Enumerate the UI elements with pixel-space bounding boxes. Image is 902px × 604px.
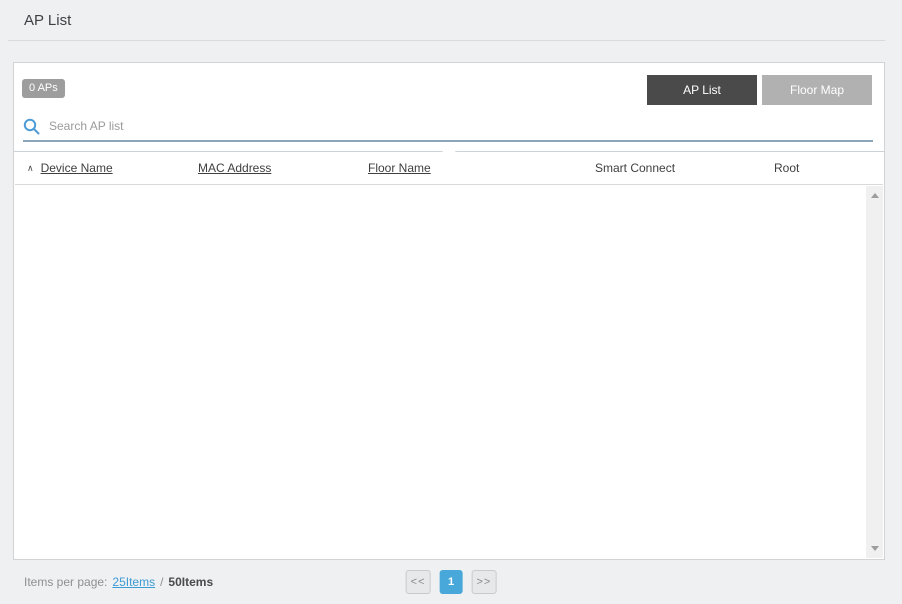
column-header-root: Root <box>774 161 883 175</box>
column-label-smart-connect: Smart Connect <box>595 161 676 175</box>
table-body-empty <box>15 186 883 558</box>
column-label-mac-address[interactable]: MAC Address <box>198 161 271 175</box>
column-label-root: Root <box>774 161 800 175</box>
column-label-device-name[interactable]: Device Name <box>41 161 113 175</box>
scroll-down-icon[interactable] <box>870 546 879 551</box>
column-header-mac-address[interactable]: MAC Address <box>198 161 368 175</box>
title-divider <box>8 40 885 41</box>
tab-ap-list[interactable]: AP List <box>647 75 757 105</box>
page-title: AP List <box>24 11 72 29</box>
items-per-page-label: Items per page: <box>24 575 108 589</box>
column-header-smart-connect: Smart Connect <box>595 161 774 175</box>
ap-count-badge: 0 APs <box>22 79 65 98</box>
items-per-page-50-selected[interactable]: 50Items <box>168 575 213 589</box>
sort-asc-icon: ∧ <box>27 162 34 173</box>
pagination-prev-button[interactable]: << <box>405 570 431 594</box>
column-header-floor-name[interactable]: Floor Name <box>368 161 595 175</box>
ap-list-panel: 0 APs AP List Floor Map ∧ Device Name MA… <box>13 62 885 560</box>
tab-floor-map[interactable]: Floor Map <box>762 75 872 105</box>
column-header-device-name[interactable]: ∧ Device Name <box>27 161 198 175</box>
page-header: AP List <box>0 0 902 40</box>
column-label-floor-name[interactable]: Floor Name <box>368 161 431 175</box>
search-icon <box>23 118 40 135</box>
pagination-next-button[interactable]: >> <box>471 570 497 594</box>
items-per-page-25-link[interactable]: 25Items <box>112 575 155 589</box>
scrollbar[interactable] <box>866 186 883 558</box>
items-per-page: Items per page: 25Items / 50Items <box>24 575 213 589</box>
search-bar <box>23 116 873 142</box>
pagination: << 1 >> <box>405 570 497 594</box>
table-header: ∧ Device Name MAC Address Floor Name Sma… <box>15 152 883 185</box>
items-per-page-separator: / <box>160 575 164 589</box>
search-input[interactable] <box>49 119 873 133</box>
pagination-page-1-button[interactable]: 1 <box>439 570 463 594</box>
view-toggle: AP List Floor Map <box>647 75 872 105</box>
footer: Items per page: 25Items / 50Items << 1 >… <box>0 560 902 604</box>
scroll-up-icon[interactable] <box>870 193 879 198</box>
